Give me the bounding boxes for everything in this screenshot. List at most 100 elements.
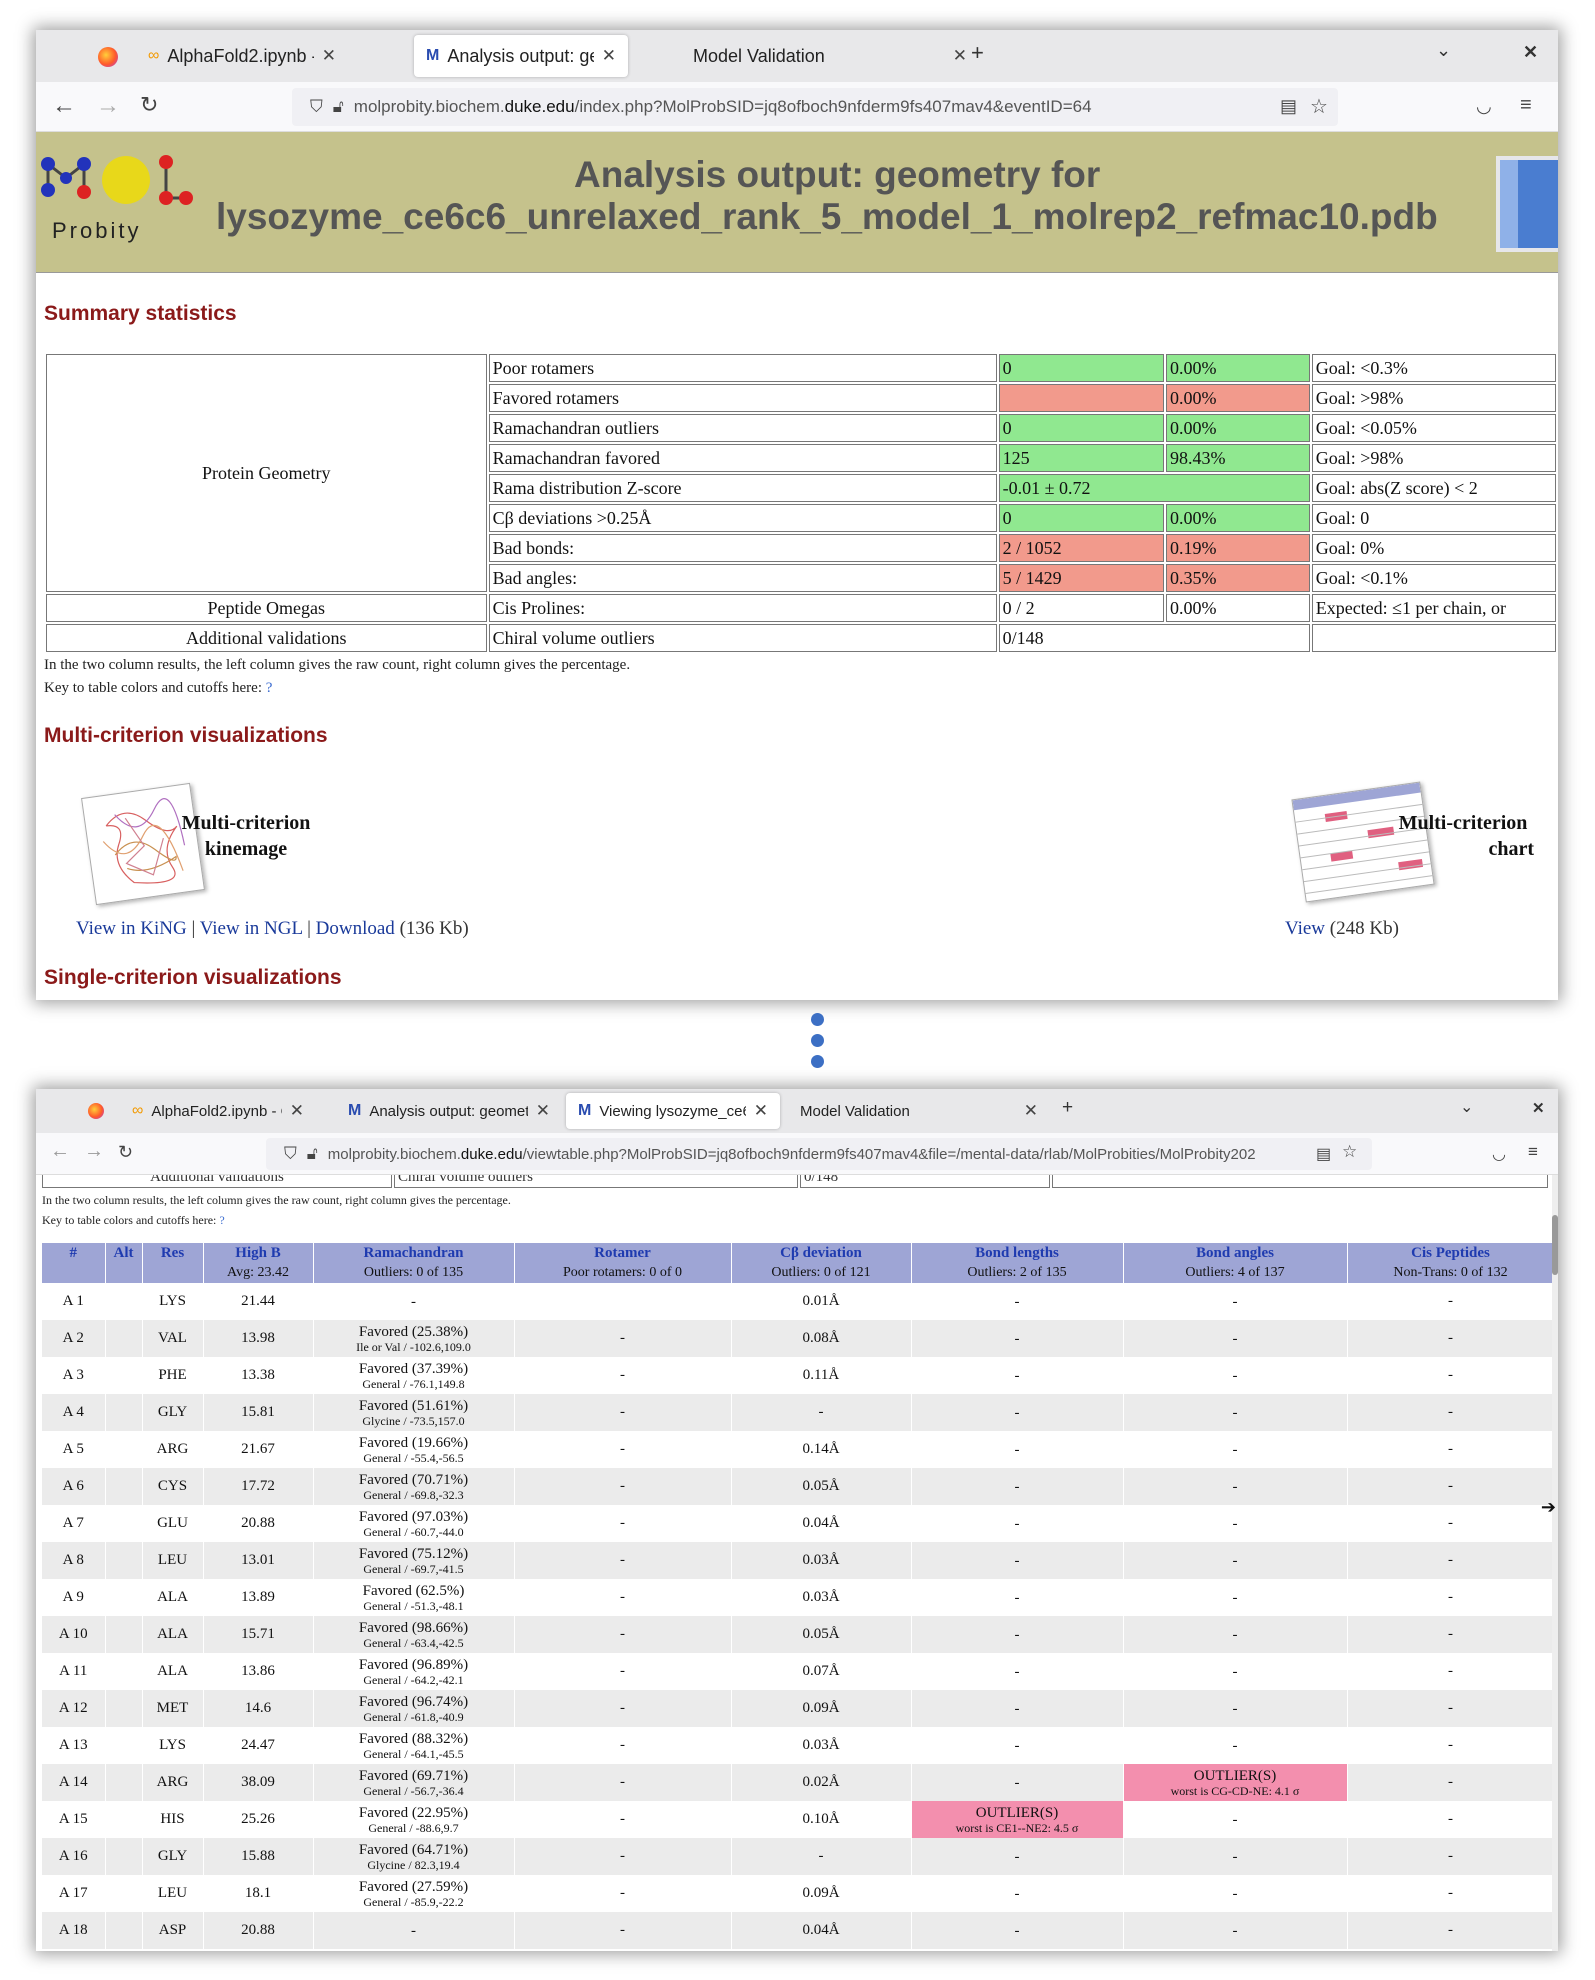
table-key-note: Key to table colors and cutoffs here: ? bbox=[42, 1213, 225, 1228]
bond-lengths-cell-value: - bbox=[1014, 1404, 1020, 1421]
bond-lengths-cell: - bbox=[911, 1431, 1124, 1468]
tab-colab[interactable]: ∞ AlphaFold2.ipynb - Colab ✕ bbox=[120, 1093, 316, 1129]
residue-number: A 13 bbox=[42, 1727, 106, 1764]
bond-lengths-cell-value: - bbox=[1014, 1589, 1020, 1606]
ramachandran-cell: Favored (27.59%) General / -85.9,-22.2 bbox=[313, 1875, 515, 1912]
alt-conformer bbox=[105, 1764, 143, 1801]
column-header[interactable]: Bond angles bbox=[1123, 1243, 1348, 1263]
bond-lengths-cell-value: - bbox=[1014, 1885, 1020, 1902]
menu-icon[interactable]: ≡ bbox=[1520, 94, 1532, 117]
view-chart-link[interactable]: View bbox=[1285, 918, 1325, 939]
close-tab-icon[interactable]: ✕ bbox=[602, 46, 616, 66]
new-tab-button[interactable]: + bbox=[971, 40, 984, 66]
close-tab-icon[interactable]: ✕ bbox=[1024, 1101, 1038, 1121]
url-bar[interactable]: ⛉ 🔓︎ molprobity.biochem. duke.edu/viewtab… bbox=[266, 1138, 1372, 1170]
ramachandran-cell-value: - bbox=[411, 1922, 416, 1939]
reload-icon[interactable]: ↻ bbox=[118, 1142, 133, 1163]
close-tab-icon[interactable]: ✕ bbox=[322, 46, 336, 66]
summary-statistics-heading: Summary statistics bbox=[44, 302, 237, 325]
ramachandran-cell-value: Favored (25.38%) bbox=[358, 1323, 469, 1340]
view-in-ngl-link[interactable]: View in NGL bbox=[200, 918, 303, 939]
help-icon[interactable]: ? bbox=[219, 1213, 224, 1227]
lock-icon[interactable]: 🔓︎ bbox=[307, 1144, 318, 1164]
metric-label: Rama distribution Z-score bbox=[488, 474, 997, 502]
reload-icon[interactable]: ↻ bbox=[140, 92, 158, 118]
shield-icon[interactable]: ⛉ bbox=[310, 97, 323, 117]
column-header[interactable]: Cβ deviation bbox=[731, 1243, 912, 1263]
column-header[interactable]: Cis Peptides bbox=[1347, 1243, 1555, 1263]
tab-viewing-lysozyme[interactable]: M Viewing lysozyme_ce6c6 ✕ bbox=[566, 1093, 780, 1129]
alt-conformer bbox=[105, 1875, 143, 1912]
list-tabs-chevron-icon[interactable]: ⌄ bbox=[1436, 40, 1451, 61]
alt-conformer bbox=[105, 1431, 143, 1468]
column-header[interactable]: High B bbox=[203, 1243, 314, 1263]
forward-icon[interactable]: → bbox=[96, 92, 120, 120]
tab-model-validation[interactable]: Model Validation ✕ bbox=[788, 1093, 1050, 1129]
close-window-icon[interactable]: ✕ bbox=[1532, 1099, 1545, 1117]
reader-view-icon[interactable]: ▤ bbox=[1316, 1144, 1331, 1164]
close-tab-icon[interactable]: ✕ bbox=[290, 1101, 304, 1121]
bond-lengths-cell-value: - bbox=[1014, 1478, 1020, 1495]
residue-name: HIS bbox=[142, 1801, 204, 1838]
shield-icon[interactable]: ⛉ bbox=[284, 1144, 297, 1164]
back-icon[interactable]: ← bbox=[52, 92, 76, 120]
ramachandran-cell-detail: General / -55.4,-56.5 bbox=[363, 1450, 464, 1465]
close-tab-icon[interactable]: ✕ bbox=[536, 1101, 550, 1121]
close-tab-icon[interactable]: ✕ bbox=[754, 1101, 768, 1121]
cut-row-label: Additional validations bbox=[42, 1175, 392, 1188]
tab-analysis-output[interactable]: M Analysis output: geometry ✕ bbox=[336, 1093, 562, 1129]
bond-angles-cell: - bbox=[1123, 1912, 1348, 1949]
residue-name: VAL bbox=[142, 1320, 204, 1357]
back-icon[interactable]: ← bbox=[50, 1140, 70, 1163]
column-header[interactable]: # bbox=[42, 1243, 106, 1263]
metric-count: 0 bbox=[998, 504, 1164, 532]
column-header[interactable]: Ramachandran bbox=[313, 1243, 515, 1263]
close-window-icon[interactable]: ✕ bbox=[1523, 42, 1538, 63]
column-summary: Outliers: 0 of 121 bbox=[731, 1263, 912, 1283]
pocket-icon[interactable]: ◡ bbox=[1492, 1144, 1506, 1164]
column-header[interactable]: Alt bbox=[105, 1243, 143, 1263]
bond-lengths-cell: - bbox=[911, 1468, 1124, 1505]
bond-angles-cell: - bbox=[1123, 1801, 1348, 1838]
vertical-scrollbar[interactable] bbox=[1552, 1175, 1558, 1951]
metric-count: 2 / 1052 bbox=[998, 534, 1164, 562]
rotamer-cell: - bbox=[514, 1394, 732, 1431]
tab-colab[interactable]: ∞ AlphaFold2.ipynb - Colab ✕ bbox=[136, 35, 348, 77]
column-header[interactable]: Rotamer bbox=[514, 1243, 732, 1263]
firefox-icon[interactable] bbox=[98, 47, 118, 67]
metric-label: Ramachandran outliers bbox=[488, 414, 997, 442]
rotamer-cell: - bbox=[514, 1579, 732, 1616]
bookmark-star-icon[interactable]: ☆ bbox=[1342, 1142, 1357, 1162]
residue-number: A 4 bbox=[42, 1394, 106, 1431]
bond-angles-cell: - bbox=[1123, 1949, 1348, 1951]
cb-deviation-cell: 0.05Å bbox=[731, 1616, 912, 1653]
forward-icon[interactable]: → bbox=[84, 1140, 104, 1163]
metric-label: Favored rotamers bbox=[488, 384, 997, 412]
scrollbar-thumb[interactable] bbox=[1552, 1215, 1558, 1275]
bond-lengths-cell-value: - bbox=[1014, 1737, 1020, 1754]
url-bar[interactable]: ⛉ 🔓︎ molprobity.biochem. duke.edu/index.p… bbox=[292, 88, 1338, 126]
metric-label: Cis Prolines: bbox=[488, 594, 997, 622]
new-tab-button[interactable]: + bbox=[1062, 1097, 1073, 1119]
ramachandran-cell-detail: General / -60.7,-44.0 bbox=[363, 1524, 464, 1539]
sidebar-tab[interactable] bbox=[1496, 156, 1558, 252]
list-tabs-chevron-icon[interactable]: ⌄ bbox=[1460, 1097, 1473, 1117]
reader-view-icon[interactable]: ▤ bbox=[1280, 96, 1297, 117]
lock-icon[interactable]: 🔓︎ bbox=[333, 97, 344, 117]
cis-peptide-cell: - bbox=[1347, 1764, 1555, 1801]
metric-percent: 0.00% bbox=[1166, 384, 1310, 412]
pocket-icon[interactable]: ◡ bbox=[1476, 96, 1492, 117]
tab-model-validation[interactable]: Model Validation ✕ bbox=[681, 35, 979, 77]
download-link[interactable]: Download bbox=[316, 918, 395, 939]
menu-icon[interactable]: ≡ bbox=[1528, 1142, 1538, 1162]
cis-peptide-cell: - bbox=[1347, 1653, 1555, 1690]
tab-analysis-output[interactable]: M Analysis output: geometry ✕ bbox=[414, 35, 628, 77]
close-tab-icon[interactable]: ✕ bbox=[953, 46, 967, 66]
bookmark-star-icon[interactable]: ☆ bbox=[1310, 94, 1328, 119]
molprobity-icon: M bbox=[348, 1102, 362, 1119]
firefox-icon[interactable] bbox=[88, 1103, 104, 1119]
column-header[interactable]: Bond lengths bbox=[911, 1243, 1124, 1263]
column-header[interactable]: Res bbox=[142, 1243, 204, 1263]
help-icon[interactable]: ? bbox=[266, 680, 273, 696]
view-in-king-link[interactable]: View in KiNG bbox=[76, 918, 187, 939]
